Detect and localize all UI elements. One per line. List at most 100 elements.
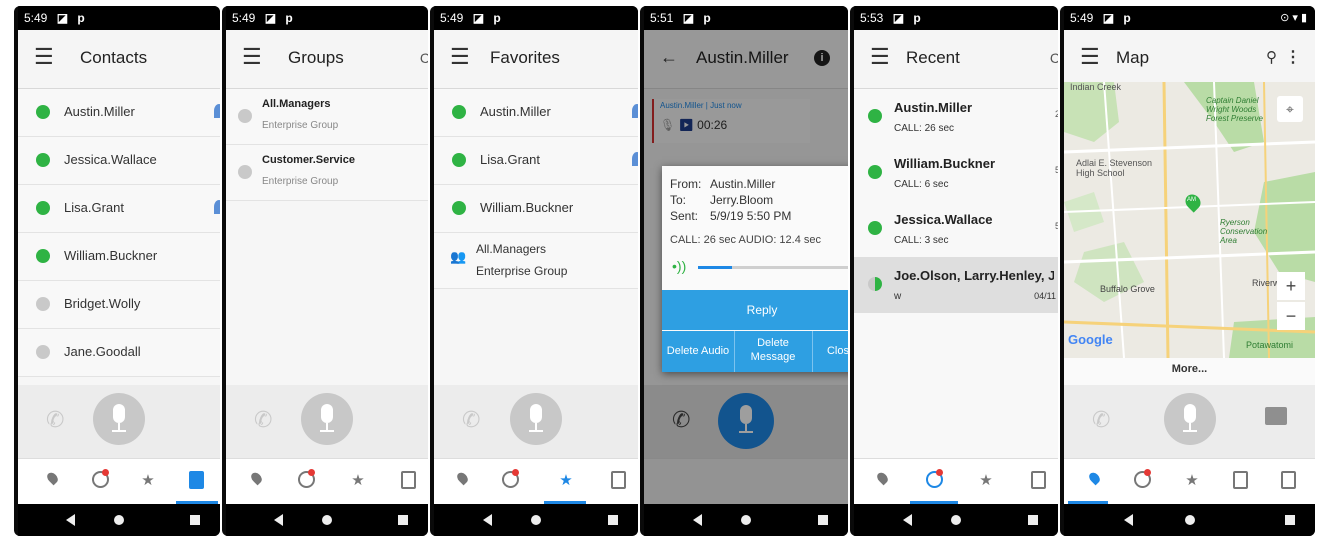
dialog-actions: Delete Audio Delete Message Clos — [662, 331, 848, 372]
push-to-talk-button[interactable] — [1163, 393, 1216, 445]
delete-message-button[interactable]: Delete Message — [735, 336, 811, 370]
search-icon[interactable]: C — [1050, 50, 1058, 66]
tab-recent[interactable] — [498, 469, 522, 492]
group-row[interactable]: Customer.Service Enterprise Group — [226, 145, 428, 201]
back-icon[interactable] — [66, 514, 76, 526]
push-to-talk-button[interactable] — [93, 393, 145, 445]
recents-icon[interactable] — [1285, 515, 1295, 525]
bottom-tab-bar: ★ — [18, 458, 220, 505]
tab-favorites[interactable]: ★ — [554, 471, 578, 489]
recents-icon[interactable] — [190, 515, 200, 525]
delete-audio-button[interactable]: Delete Audio — [662, 331, 735, 372]
tab-map[interactable] — [1082, 470, 1106, 488]
tab-recent[interactable] — [294, 469, 318, 492]
menu-icon[interactable]: ☰ — [450, 45, 470, 69]
back-icon[interactable] — [1124, 514, 1134, 526]
contact-name: Bridget.Wolly — [64, 296, 141, 311]
audio-seek-bar[interactable] — [698, 266, 848, 269]
close-button[interactable]: Clos — [812, 331, 848, 372]
phone-icon[interactable]: ✆ — [462, 407, 480, 433]
location-pin-icon[interactable] — [632, 152, 638, 166]
favorite-group-row[interactable]: 👥 All.Managers Enterprise Group — [434, 233, 638, 289]
back-icon[interactable] — [692, 514, 702, 526]
home-icon[interactable] — [951, 515, 961, 525]
group-type: Enterprise Group — [262, 176, 339, 187]
back-icon[interactable] — [482, 514, 492, 526]
tab-contacts[interactable] — [606, 471, 630, 493]
tab-contacts[interactable] — [184, 471, 208, 493]
group-row[interactable]: All.Managers Enterprise Group — [226, 89, 428, 145]
recents-icon[interactable] — [398, 515, 408, 525]
tab-map[interactable] — [40, 470, 64, 488]
more-button[interactable]: More... — [1064, 358, 1315, 385]
tab-favorites[interactable]: ★ — [136, 471, 160, 489]
search-icon[interactable]: ⚲ — [1266, 48, 1277, 66]
favorite-row[interactable]: Lisa.Grant — [434, 137, 638, 185]
tab-favorites[interactable]: ★ — [974, 471, 998, 489]
home-icon[interactable] — [1184, 515, 1195, 525]
app-bar: ☰ Recent C — [854, 30, 1058, 89]
app-bar: ☰ Contacts — [18, 30, 220, 89]
tab-favorites[interactable]: ★ — [346, 471, 370, 489]
contact-row[interactable]: Lisa.Grant — [18, 185, 220, 233]
notification-badge — [1144, 469, 1151, 476]
menu-icon[interactable]: ☰ — [242, 45, 262, 69]
contact-row[interactable]: William.Buckner — [18, 233, 220, 281]
message-icon[interactable] — [1265, 407, 1287, 425]
contact-row[interactable]: Austin.Miller — [18, 89, 220, 137]
phone-icon[interactable]: ✆ — [46, 407, 64, 433]
recent-row[interactable]: Jessica.Wallace CALL: 3 sec 5 — [854, 201, 1058, 257]
favorite-row[interactable]: William.Buckner — [434, 185, 638, 233]
menu-icon[interactable]: ☰ — [34, 45, 54, 69]
app-bar: ☰ Favorites — [434, 30, 638, 89]
phone-icon[interactable]: ✆ — [1092, 407, 1110, 433]
tab-favorites[interactable]: ★ — [1180, 471, 1204, 489]
menu-icon[interactable]: ☰ — [870, 45, 890, 69]
tab-recent[interactable] — [88, 469, 112, 492]
tab-messages[interactable] — [1276, 471, 1300, 493]
recents-icon[interactable] — [1028, 515, 1038, 525]
zoom-in-button[interactable]: + — [1277, 272, 1305, 300]
tab-recent[interactable] — [1130, 469, 1154, 492]
back-icon[interactable] — [274, 514, 284, 526]
contact-row[interactable]: Jane.Goodall — [18, 329, 220, 377]
page-title: Favorites — [490, 48, 560, 67]
google-logo: Google — [1068, 332, 1113, 347]
contact-row[interactable]: Jessica.Wallace — [18, 137, 220, 185]
tab-map[interactable] — [870, 470, 894, 488]
reply-button[interactable]: Reply — [662, 290, 848, 330]
recents-icon[interactable] — [608, 515, 618, 525]
map-view[interactable]: Indian Creek Captain Daniel Wright Woods… — [1064, 82, 1315, 358]
push-to-talk-button[interactable] — [301, 393, 353, 445]
phone-icon[interactable]: ✆ — [254, 407, 272, 433]
map-pin-icon — [454, 470, 470, 486]
push-to-talk-button[interactable] — [510, 393, 562, 445]
tab-contacts[interactable] — [1228, 471, 1252, 493]
location-pin-icon[interactable] — [214, 200, 220, 214]
tab-recent[interactable] — [922, 469, 946, 492]
location-pin-icon[interactable] — [632, 104, 638, 118]
zoom-out-button[interactable]: − — [1277, 302, 1305, 330]
favorite-row[interactable]: Austin.Miller — [434, 89, 638, 137]
my-location-icon[interactable]: ⌖ — [1277, 96, 1303, 122]
tab-map[interactable] — [244, 470, 268, 488]
home-icon[interactable] — [322, 515, 332, 525]
recent-row[interactable]: Austin.Miller CALL: 26 sec 2 — [854, 89, 1058, 145]
recent-row[interactable]: William.Buckner CALL: 6 sec 5 — [854, 145, 1058, 201]
contact-row[interactable]: Bridget.Wolly — [18, 281, 220, 329]
back-icon[interactable] — [902, 514, 912, 526]
recents-icon[interactable] — [818, 515, 828, 525]
overflow-menu-icon[interactable]: ⋮ — [1285, 47, 1301, 67]
home-icon[interactable] — [114, 515, 124, 525]
menu-icon[interactable]: ☰ — [1080, 45, 1100, 69]
home-icon[interactable] — [531, 515, 541, 525]
speaker-icon[interactable]: •)) — [672, 258, 686, 274]
tab-map[interactable] — [450, 470, 474, 488]
tab-contacts[interactable] — [396, 471, 420, 493]
search-icon[interactable]: C — [420, 50, 428, 66]
location-pin-icon[interactable] — [214, 104, 220, 118]
recent-row-selected[interactable]: Joe.Olson, Larry.Henley, Jan... w 04/11 — [854, 257, 1058, 313]
notification-badge — [308, 469, 315, 476]
home-icon[interactable] — [741, 515, 751, 525]
tab-contacts[interactable] — [1026, 471, 1050, 493]
